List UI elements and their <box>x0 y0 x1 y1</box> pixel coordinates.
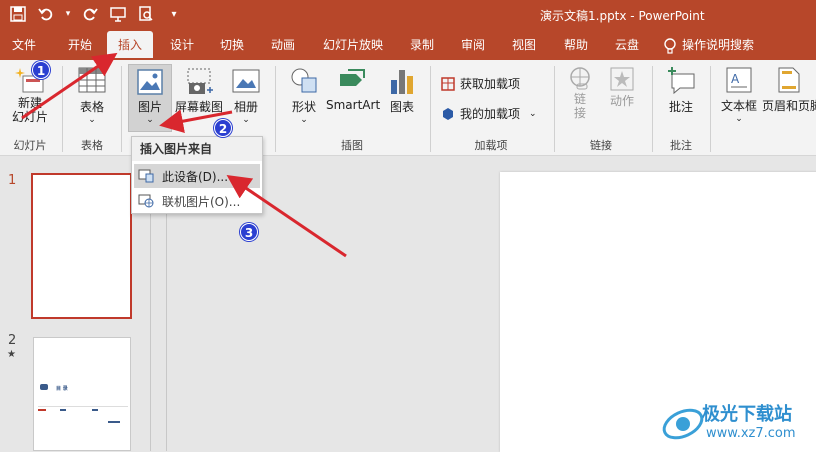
annotation-arrows <box>21 52 347 258</box>
arrow-to-this-device <box>226 174 347 258</box>
watermark-text: 极光下载站 <box>702 404 792 425</box>
step-badge-2: 2 <box>214 119 232 137</box>
watermark-logo-icon <box>662 408 704 440</box>
watermark-url: www.xz7.com <box>706 426 796 441</box>
step-badge-1: 1 <box>32 61 50 79</box>
watermark: 极光下载站 www.xz7.com <box>660 396 816 451</box>
step-badge-3: 3 <box>240 223 258 241</box>
